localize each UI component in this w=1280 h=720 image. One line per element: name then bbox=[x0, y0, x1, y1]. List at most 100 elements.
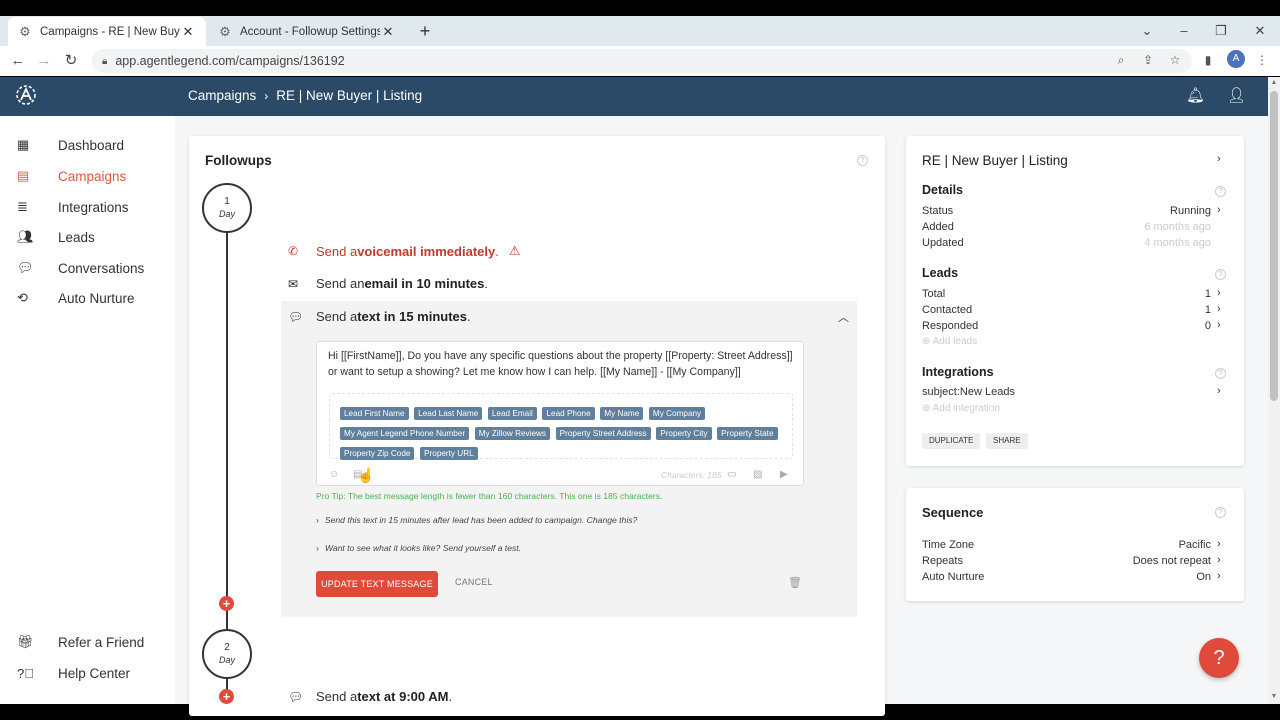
message-editor[interactable]: Hi [[FirstName]], Do you have any specif… bbox=[316, 341, 804, 486]
sidebar-item-label: Auto Nurture bbox=[58, 290, 135, 306]
chevron-right-icon[interactable]: › bbox=[1217, 204, 1221, 216]
merge-tag[interactable]: Property State bbox=[717, 427, 778, 440]
browser-tab-account[interactable]: ⚙ Account - Followup Settings ✕ bbox=[208, 17, 406, 46]
zoom-icon[interactable]: ⌕ bbox=[1112, 51, 1130, 69]
integrations-heading: Integrations bbox=[922, 365, 994, 379]
update-text-message-button[interactable]: UPDATE TEXT MESSAGE bbox=[316, 571, 438, 597]
timing-disclosure[interactable]: › Send this text in 15 minutes after lead… bbox=[316, 515, 637, 525]
trash-icon[interactable]: 🗑︎ bbox=[788, 576, 802, 589]
chevron-right-icon[interactable]: › bbox=[1217, 319, 1221, 331]
sidebar-item-conversations[interactable]: 💬︎ Conversations bbox=[0, 255, 144, 281]
step-text: Send a bbox=[316, 689, 358, 704]
vcard-icon[interactable]: ▭ bbox=[727, 469, 736, 480]
image-icon[interactable]: ▨ bbox=[753, 469, 762, 480]
lead-stat-label: Contacted bbox=[922, 304, 973, 316]
step-email[interactable]: ✉ Send an email in 10 minutes. bbox=[288, 276, 488, 291]
sidebar-item-integrations[interactable]: ≣ Integrations bbox=[0, 194, 129, 220]
merge-tag[interactable]: My Name bbox=[600, 407, 644, 420]
user-icon[interactable]: 👤︎ bbox=[1227, 87, 1246, 105]
merge-tag[interactable]: Property City bbox=[656, 427, 712, 440]
duplicate-button[interactable]: DUPLICATE bbox=[922, 433, 981, 449]
sidebar-item-campaigns[interactable]: ▤ Campaigns bbox=[0, 163, 126, 189]
help-icon[interactable]: ? bbox=[1215, 368, 1226, 379]
day-unit: Day bbox=[218, 209, 235, 219]
step-day2-text[interactable]: 💬︎ Send a text at 9:00 AM. bbox=[288, 689, 452, 704]
step-text-bold: email in 10 minutes bbox=[364, 276, 485, 291]
url-field[interactable]: 🔒︎ app.agentlegend.com/campaigns/136192 bbox=[92, 49, 1192, 73]
close-icon[interactable]: ✕ bbox=[180, 24, 196, 40]
detail-label: Updated bbox=[922, 237, 964, 249]
reload-icon[interactable]: ↻ bbox=[60, 50, 82, 72]
chevron-right-icon[interactable]: › bbox=[1217, 554, 1221, 566]
breadcrumb-campaigns[interactable]: Campaigns bbox=[188, 88, 256, 103]
emoji-icon[interactable]: ☺ bbox=[329, 469, 339, 480]
profile-avatar[interactable]: A bbox=[1227, 50, 1245, 68]
chevron-up-icon[interactable]: ︿ bbox=[838, 309, 849, 325]
chevron-right-icon[interactable]: › bbox=[1217, 303, 1221, 315]
chevron-right-icon[interactable]: › bbox=[1217, 153, 1221, 165]
step-text-bold: text at 9:00 AM bbox=[357, 689, 449, 704]
help-fab-button[interactable]: ? bbox=[1199, 638, 1239, 678]
tab-search-icon[interactable]: ⌄ bbox=[1136, 20, 1158, 42]
new-tab-button[interactable]: + bbox=[414, 20, 436, 42]
scroll-down-icon[interactable]: ▼ bbox=[1268, 691, 1280, 703]
chevron-right-icon[interactable]: › bbox=[1217, 570, 1221, 582]
merge-tag-zone: Lead First Name Lead Last Name Lead Emai… bbox=[329, 393, 793, 460]
window-close-icon[interactable]: ✕ bbox=[1249, 20, 1271, 42]
help-icon[interactable]: ? bbox=[1215, 186, 1226, 197]
back-icon[interactable]: ← bbox=[7, 50, 29, 72]
sidebar-item-auto-nurture[interactable]: ⟲ Auto Nurture bbox=[0, 285, 135, 311]
page-scrollbar[interactable]: ▲ ▼ bbox=[1268, 77, 1280, 704]
merge-tag[interactable]: Lead Last Name bbox=[414, 407, 483, 420]
merge-tag[interactable]: Property URL bbox=[420, 447, 478, 460]
sidebar-item-leads[interactable]: 👥︎ Leads bbox=[0, 224, 95, 250]
help-icon[interactable]: ? bbox=[1215, 269, 1226, 280]
scrollbar-thumb[interactable] bbox=[1270, 91, 1278, 401]
share-button[interactable]: SHARE bbox=[986, 433, 1028, 449]
bell-icon[interactable]: 🔔︎ bbox=[1186, 87, 1205, 105]
close-icon[interactable]: ✕ bbox=[380, 24, 396, 40]
step-text[interactable]: 💬︎ Send a text in 15 minutes. bbox=[288, 309, 471, 324]
help-icon[interactable]: ? bbox=[857, 155, 868, 166]
merge-tag[interactable]: Lead First Name bbox=[340, 407, 409, 420]
merge-tag[interactable]: Property Street Address bbox=[555, 427, 651, 440]
merge-tag[interactable]: My Agent Legend Phone Number bbox=[340, 427, 470, 440]
merge-tag[interactable]: My Zillow Reviews bbox=[474, 427, 551, 440]
minimize-icon[interactable]: – bbox=[1173, 20, 1195, 42]
sidebar-item-help[interactable]: ?⃝ Help Center bbox=[0, 660, 130, 686]
message-textarea[interactable]: Hi [[FirstName]], Do you have any specif… bbox=[328, 348, 798, 380]
merge-tag[interactable]: Property Zip Code bbox=[340, 447, 415, 460]
sidebar-item-label: Refer a Friend bbox=[58, 634, 145, 650]
sidebar-item-dashboard[interactable]: ▦ Dashboard bbox=[0, 132, 124, 158]
browser-tab-campaigns[interactable]: ⚙ Campaigns - RE | New Buyer | Listing ✕ bbox=[8, 17, 206, 46]
add-step-button[interactable]: + bbox=[219, 689, 234, 704]
step-text: . bbox=[484, 276, 488, 291]
share-icon[interactable]: ⇪ bbox=[1139, 51, 1157, 69]
chevron-right-icon[interactable]: › bbox=[1217, 385, 1221, 397]
agent-legend-logo[interactable] bbox=[12, 81, 40, 109]
campaign-title: RE | New Buyer | Listing bbox=[922, 153, 1068, 168]
bookmark-star-icon[interactable]: ☆ bbox=[1166, 51, 1184, 69]
merge-tag[interactable]: Lead Phone bbox=[542, 407, 595, 420]
cancel-button[interactable]: CANCEL bbox=[455, 577, 493, 587]
chevron-right-icon[interactable]: › bbox=[1217, 287, 1221, 299]
scroll-up-icon[interactable]: ▲ bbox=[1268, 77, 1280, 89]
add-step-button[interactable]: + bbox=[219, 596, 234, 611]
integration-item[interactable]: subject:New Leads bbox=[922, 386, 1015, 398]
merge-tag[interactable]: My Company bbox=[648, 407, 706, 420]
chevron-right-icon[interactable]: › bbox=[1217, 538, 1221, 550]
test-disclosure[interactable]: › Want to see what it looks like? Send yo… bbox=[316, 543, 521, 553]
sidepanel-icon[interactable]: ▮ bbox=[1199, 51, 1217, 69]
add-integration-link[interactable]: ⊕ Add integration bbox=[922, 403, 1000, 414]
add-leads-link[interactable]: ⊕ Add leads bbox=[922, 336, 977, 347]
lead-stat-value: 0 bbox=[1204, 320, 1211, 332]
restore-icon[interactable]: ❐ bbox=[1210, 20, 1232, 42]
disclosure-text: Send this text in 15 minutes after lead … bbox=[324, 515, 638, 525]
menu-kebab-icon[interactable]: ⋮ bbox=[1253, 51, 1271, 69]
help-icon[interactable]: ? bbox=[1215, 507, 1226, 518]
forward-icon[interactable]: → bbox=[33, 50, 55, 72]
merge-tag[interactable]: Lead Email bbox=[487, 407, 537, 420]
step-voicemail[interactable]: ✆ Send a voicemail immediately. ⚠ bbox=[288, 243, 521, 259]
sidebar-item-refer[interactable]: 🎁︎ Refer a Friend bbox=[0, 629, 144, 655]
video-icon[interactable]: ▶ bbox=[780, 469, 788, 480]
